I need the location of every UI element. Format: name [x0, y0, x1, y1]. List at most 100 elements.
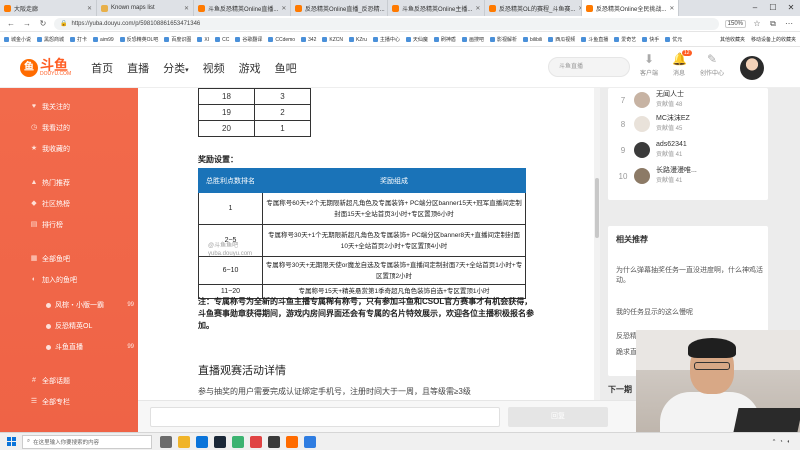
bookmark-item[interactable]: 爱奇艺 [614, 36, 636, 43]
bookmark-item[interactable]: 优元 [665, 36, 682, 43]
sidebar-item-hot[interactable]: ▲热门推荐 [30, 178, 134, 188]
nav-video[interactable]: 视频 [203, 60, 225, 76]
bookmark-item[interactable]: 快手 [642, 36, 659, 43]
close-tab-icon[interactable]: ✕ [475, 5, 480, 12]
mobile-bookmarks[interactable]: 移动设备上的收藏夹 [751, 36, 796, 43]
nav-live[interactable]: 直播 [127, 60, 149, 76]
obs-icon[interactable] [268, 436, 280, 448]
bookmark-item[interactable]: 斗鱼直播 [581, 36, 608, 43]
browser-tab[interactable]: 斗鱼反恐精英Online主播...✕ [388, 0, 485, 16]
douyu-app-icon[interactable] [286, 436, 298, 448]
reload-icon[interactable]: ↻ [38, 19, 48, 28]
bookmark-item[interactable]: CCdemo [268, 37, 295, 43]
steam-icon[interactable] [214, 436, 226, 448]
sidebar-subitem[interactable]: 风棕・小版一霸99 [46, 300, 134, 310]
forward-icon[interactable]: → [22, 19, 32, 28]
nav-category[interactable]: 分类▾ [163, 60, 189, 76]
close-window-icon[interactable]: ✕ [782, 0, 800, 16]
bookmark-item[interactable]: CC [215, 37, 229, 43]
url-field[interactable]: 🔒 https://yuba.douyu.com/p/5981088616534… [54, 18, 719, 30]
app-icon[interactable] [304, 436, 316, 448]
ranking-row[interactable]: 7无闻人士贡献值 48 [618, 90, 684, 110]
bookmark-item[interactable]: 城金小说 [4, 36, 31, 43]
group-avatar-icon [46, 345, 51, 350]
recommendation-link[interactable]: 我的任务显示的这么慢呢 [616, 308, 766, 318]
douyu-logo[interactable]: 鱼 斗鱼DOUYU.COM [20, 58, 71, 77]
messages-button[interactable]: 🔔12消息 [672, 52, 686, 77]
bookmark-item[interactable]: 黑怨商城 [37, 36, 64, 43]
browser-tab[interactable]: 反恐精英OL的赛程_斗鱼赛...✕ [485, 0, 582, 16]
tray-chevron-icon[interactable]: ^ [773, 439, 776, 445]
bookmark-item[interactable]: 百度识图 [164, 36, 191, 43]
sidebar-item-joined[interactable]: ◐加入的鱼吧 [30, 275, 134, 285]
sidebar-item-topics[interactable]: #全部话题 [30, 376, 134, 386]
app-icon[interactable] [232, 436, 244, 448]
bookmark-item[interactable]: KZru [349, 37, 367, 43]
nav-home[interactable]: 首页 [91, 60, 113, 76]
bookmark-item[interactable]: 影视解析 [490, 36, 517, 43]
creator-center-button[interactable]: ✎创作中心 [700, 52, 724, 77]
bookmark-item[interactable]: 刷神盾 [434, 36, 456, 43]
sidebar-item-all-yuba[interactable]: ▦全部鱼吧 [30, 254, 134, 264]
bookmark-item[interactable]: aim99 [93, 37, 114, 43]
start-button[interactable] [0, 433, 22, 451]
browser-tab-active[interactable]: 反恐精英Online全民挑战...✕ [582, 0, 679, 16]
browser-tab[interactable]: Known maps list✕ [97, 0, 194, 16]
ranking-row[interactable]: 9ads62341贡献值 41 [618, 140, 687, 160]
user-avatar[interactable] [740, 56, 764, 80]
close-tab-icon[interactable]: ✕ [87, 5, 92, 12]
browser-tab[interactable]: 反恐精英Online直播_反恐精...✕ [291, 0, 388, 16]
bookmark-item[interactable]: 打卡 [70, 36, 87, 43]
browser-tab[interactable]: 大阪走廊✕ [0, 0, 97, 16]
other-bookmarks[interactable]: 其他收藏夹 [720, 36, 745, 43]
zoom-level[interactable]: 150% [725, 20, 746, 28]
comment-input[interactable] [150, 407, 500, 427]
bookmark-item[interactable]: 画搜吧 [462, 36, 484, 43]
reply-button[interactable]: 回复 [508, 407, 608, 427]
close-tab-icon[interactable]: ✕ [669, 5, 674, 12]
extensions-icon[interactable]: ⧉ [768, 19, 778, 29]
app-icon[interactable] [250, 436, 262, 448]
taskbar-search[interactable]: ⌕在这里输入你要搜索的内容 [22, 435, 152, 449]
maximize-icon[interactable]: ☐ [764, 0, 782, 16]
close-tab-icon[interactable]: ✕ [281, 5, 286, 12]
menu-icon[interactable]: ⋯ [784, 19, 794, 28]
sidebar-item-columns[interactable]: ☰全部专栏 [30, 397, 134, 407]
bookmark-item[interactable]: 342 [301, 37, 316, 43]
bookmark-item[interactable]: 主播中心 [373, 36, 400, 43]
sidebar-item-ranking[interactable]: ▤排行榜 [30, 220, 134, 230]
client-button[interactable]: ⬇客户端 [640, 52, 658, 77]
search-input[interactable]: 斗鱼直播 [548, 57, 630, 77]
window-controls: – ☐ ✕ [746, 0, 800, 16]
bookmark-item[interactable]: bilibili [523, 37, 542, 43]
bookmark-item[interactable]: 西瓜视频 [548, 36, 575, 43]
task-view-icon[interactable] [160, 436, 172, 448]
recommendation-link[interactable]: 为什么弹幕抽奖任务一直没进度啊，什么神鸡活动。 [616, 266, 766, 286]
sidebar-item-community[interactable]: ◆社区热榜 [30, 199, 134, 209]
close-tab-icon[interactable]: ✕ [184, 5, 189, 12]
back-icon[interactable]: ← [6, 19, 16, 28]
bookmark-item[interactable]: XI [197, 37, 209, 43]
sidebar-item-history[interactable]: ◷我看过的 [30, 123, 134, 133]
topic-icon: # [30, 377, 38, 385]
scroll-thumb[interactable] [595, 178, 599, 238]
ranking-row[interactable]: 10长路漫漫唯...贡献值 41 [618, 166, 697, 186]
volume-icon[interactable]: ◖ [787, 439, 790, 445]
bookmark-item[interactable]: 天仙魔 [406, 36, 428, 43]
nav-yuba[interactable]: 鱼吧 [275, 60, 297, 76]
bookmark-item[interactable]: 反恐精英OL吧 [120, 36, 159, 43]
edge-browser-icon[interactable] [196, 436, 208, 448]
browser-tab[interactable]: 斗鱼反恐精英Online直播...✕ [194, 0, 291, 16]
file-explorer-icon[interactable] [178, 436, 190, 448]
ranking-row[interactable]: 8MC沫沫EZ贡献值 45 [618, 114, 690, 134]
minimize-icon[interactable]: – [746, 0, 764, 16]
sidebar-item-favorites[interactable]: ★我收藏的 [30, 144, 134, 154]
network-icon[interactable]: ◔ [779, 439, 782, 445]
bookmark-item[interactable]: KZCN [322, 37, 343, 43]
nav-games[interactable]: 游戏 [239, 60, 261, 76]
sidebar-subitem[interactable]: 反恐精英OL [46, 321, 134, 331]
star-icon[interactable]: ☆ [752, 19, 762, 28]
sidebar-subitem[interactable]: 斗鱼直播99 [46, 342, 134, 352]
bookmark-item[interactable]: 谷歌翻译 [235, 36, 262, 43]
sidebar-item-following[interactable]: ♥我关注的 [30, 102, 134, 112]
